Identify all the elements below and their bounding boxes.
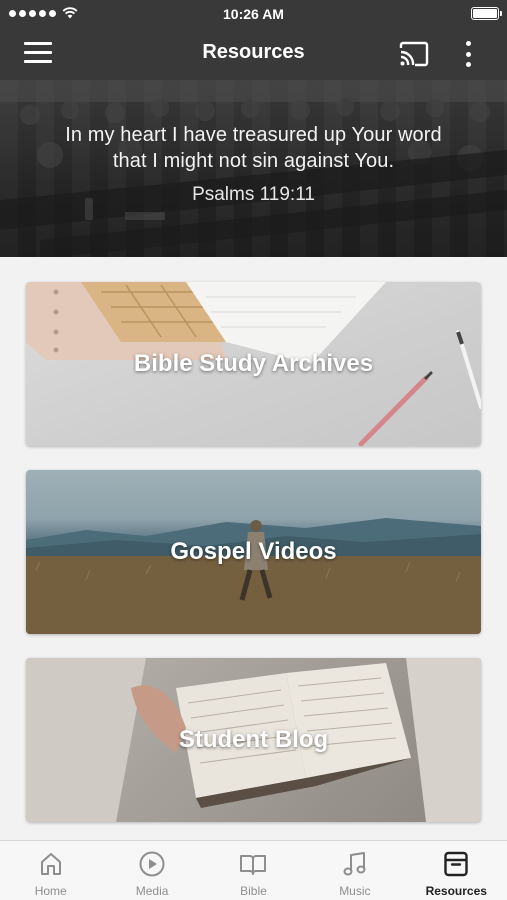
tab-label: Home [34, 884, 67, 898]
status-time: 10:26 AM [223, 6, 284, 22]
home-icon [40, 853, 61, 875]
verse-banner: In my heart I have treasured up Your wor… [0, 80, 507, 257]
status-bar: 10:26 AM [0, 0, 507, 28]
tab-bar: Home Media Bible Music Resources [0, 840, 507, 900]
card-title: Bible Study Archives [133, 350, 374, 377]
bible-study-archives-card[interactable]: Bible Study Archives [26, 282, 481, 446]
verse-text: In my heart I have treasured up Your wor… [0, 122, 507, 174]
tab-home[interactable]: Home [0, 841, 101, 900]
verse-reference: Psalms 119:11 [192, 184, 315, 205]
card-title: Gospel Videos [170, 538, 337, 565]
archive-box-icon [444, 851, 468, 877]
verse-line: that I might not sin against You. [112, 150, 395, 172]
play-circle-icon [139, 851, 165, 877]
music-note-icon [343, 852, 366, 876]
tab-label: Resources [425, 884, 487, 898]
more-vertical-icon [465, 41, 471, 46]
tab-label: Media [135, 884, 169, 898]
battery-icon [471, 7, 502, 20]
gospel-videos-card[interactable]: Gospel Videos [26, 470, 481, 634]
tab-label: Music [339, 884, 371, 898]
open-book-icon [240, 855, 267, 875]
card-title: Student Blog [178, 726, 329, 753]
tab-label: Bible [240, 884, 267, 898]
cast-icon [399, 41, 429, 67]
tab-media[interactable]: Media [101, 841, 202, 900]
tab-resources[interactable]: Resources [406, 841, 507, 900]
student-blog-card[interactable]: Student Blog [26, 658, 481, 822]
cast-button[interactable] [398, 40, 430, 68]
nav-bar: Resources [0, 28, 507, 80]
verse-line: In my heart I have treasured up Your wor… [65, 124, 442, 146]
tab-bible[interactable]: Bible [203, 841, 304, 900]
more-options-button[interactable] [460, 39, 476, 69]
tab-music[interactable]: Music [304, 841, 405, 900]
page-title: Resources [202, 41, 305, 63]
